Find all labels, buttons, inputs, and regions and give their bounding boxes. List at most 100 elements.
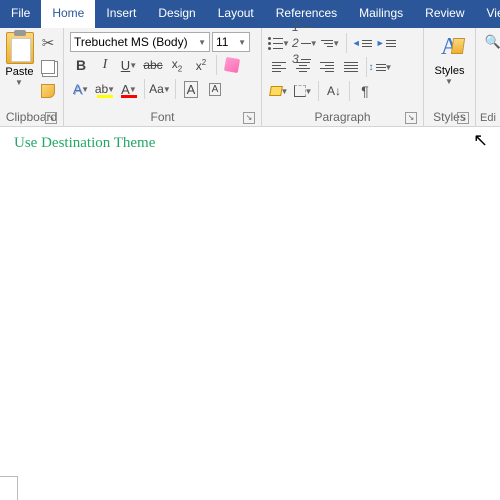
chevron-down-icon: ▼ (282, 39, 290, 48)
underline-button[interactable]: U▼ (118, 54, 140, 76)
line-spacing-icon (372, 64, 386, 71)
shading-button[interactable]: ▼ (268, 80, 290, 102)
paste-button[interactable]: Paste ▼ (4, 30, 35, 102)
separator (349, 81, 350, 101)
styles-icon: A (441, 34, 458, 61)
styles-button-label: Styles (435, 65, 465, 77)
document-area[interactable]: Use Destination Theme (0, 127, 500, 160)
brush-icon (41, 84, 55, 98)
subscript-button[interactable]: x2 (166, 54, 188, 76)
chevron-down-icon: ▼ (107, 85, 115, 94)
increase-indent-button[interactable]: ► (375, 32, 397, 54)
multilevel-list-button[interactable]: ▼ (320, 32, 342, 54)
page-corner (0, 476, 18, 500)
find-icon[interactable]: 🔍 (485, 34, 500, 50)
align-center-button[interactable] (292, 56, 314, 78)
numbering-button[interactable]: 123▼ (292, 32, 318, 54)
chevron-down-icon: ▼ (332, 39, 340, 48)
bullets-button[interactable]: ▼ (268, 32, 290, 54)
chevron-down-icon: ▼ (305, 87, 313, 96)
tab-home[interactable]: Home (41, 0, 95, 28)
highlight-button[interactable]: ab▼ (94, 78, 116, 100)
dialog-launcher-icon[interactable]: ↘ (457, 112, 469, 124)
separator (216, 55, 217, 75)
decrease-indent-button[interactable]: ◄ (351, 32, 373, 54)
sort-button[interactable]: A↓ (323, 80, 345, 102)
sort-icon: A↓ (327, 84, 341, 98)
strikethrough-icon: abc (143, 58, 162, 72)
grow-font-icon: A (184, 81, 199, 98)
tab-file[interactable]: File (0, 0, 41, 28)
justify-button[interactable] (340, 56, 362, 78)
bold-button[interactable]: B (70, 54, 92, 76)
change-case-icon: Aa (149, 82, 164, 96)
borders-button[interactable]: ▼ (292, 80, 314, 102)
italic-button[interactable]: I (94, 54, 116, 76)
bucket-icon (269, 86, 283, 96)
group-styles: A Styles ▼ Styles↘ (424, 28, 476, 126)
increase-indent-icon: ► (376, 38, 396, 48)
copy-button[interactable] (37, 56, 59, 78)
chevron-down-icon: ▼ (445, 77, 453, 86)
justify-icon (344, 62, 358, 72)
styles-button[interactable]: A Styles ▼ (429, 30, 471, 86)
format-painter-button[interactable] (37, 80, 59, 102)
tab-layout[interactable]: Layout (207, 0, 265, 28)
font-color-button[interactable]: A▼ (118, 78, 140, 100)
cut-button[interactable]: ✂ (37, 32, 59, 54)
align-right-icon (320, 62, 334, 72)
paste-icon (6, 32, 34, 64)
chevron-down-icon: ▼ (238, 38, 246, 47)
align-left-button[interactable] (268, 56, 290, 78)
separator (175, 79, 176, 99)
font-name-combo[interactable]: Trebuchet MS (Body)▼ (70, 32, 210, 52)
separator (144, 79, 145, 99)
chevron-down-icon: ▼ (129, 85, 137, 94)
dialog-launcher-icon[interactable]: ↘ (243, 112, 255, 124)
change-case-button[interactable]: Aa▼ (149, 78, 171, 100)
chevron-down-icon: ▼ (15, 78, 23, 87)
document-text: Use Destination Theme (14, 135, 155, 151)
grow-font-button[interactable]: A (180, 78, 202, 100)
group-font: Trebuchet MS (Body)▼ 11▼ B I U▼ abc x2 x… (64, 28, 262, 126)
chevron-down-icon: ▼ (198, 38, 206, 47)
pilcrow-icon: ¶ (361, 83, 369, 99)
tab-insert[interactable]: Insert (95, 0, 147, 28)
tab-review[interactable]: Review (414, 0, 475, 28)
strikethrough-button[interactable]: abc (142, 54, 164, 76)
bold-icon: B (76, 57, 86, 73)
line-spacing-button[interactable]: ▼ (371, 56, 393, 78)
chevron-down-icon: ▼ (81, 85, 89, 94)
separator (346, 33, 347, 53)
group-editing: 🔍 Edi (476, 28, 498, 126)
group-label-editing: Edi (480, 110, 494, 126)
chevron-down-icon: ▼ (129, 61, 137, 70)
tab-mailings[interactable]: Mailings (348, 0, 414, 28)
show-marks-button[interactable]: ¶ (354, 80, 376, 102)
group-label-styles: Styles↘ (428, 108, 471, 126)
align-right-button[interactable] (316, 56, 338, 78)
group-label-clipboard: Clipboard↘ (4, 108, 59, 126)
scissors-icon: ✂ (42, 34, 55, 52)
clear-formatting-button[interactable] (221, 54, 243, 76)
decrease-indent-icon: ◄ (352, 38, 372, 48)
ribbon: Paste ▼ ✂ Clipboard↘ Trebuchet MS (Body)… (0, 28, 500, 127)
copy-icon (41, 60, 55, 74)
chevron-down-icon: ▼ (385, 63, 393, 72)
text-effects-button[interactable]: A▼ (70, 78, 92, 100)
dialog-launcher-icon[interactable]: ↘ (405, 112, 417, 124)
subscript-icon: x2 (172, 57, 182, 73)
align-center-icon (296, 62, 310, 72)
superscript-button[interactable]: x2 (190, 54, 212, 76)
dialog-launcher-icon[interactable]: ↘ (45, 112, 57, 124)
shrink-font-button[interactable]: A (204, 78, 226, 100)
highlight-icon: ab (95, 82, 108, 96)
chevron-down-icon: ▼ (310, 39, 318, 48)
shrink-font-icon: A (209, 83, 222, 96)
bullets-icon (268, 37, 283, 50)
font-size-combo[interactable]: 11▼ (212, 32, 250, 52)
group-label-paragraph: Paragraph↘ (266, 108, 419, 126)
tab-design[interactable]: Design (147, 0, 206, 28)
tab-view[interactable]: View (476, 0, 500, 28)
separator (318, 81, 319, 101)
